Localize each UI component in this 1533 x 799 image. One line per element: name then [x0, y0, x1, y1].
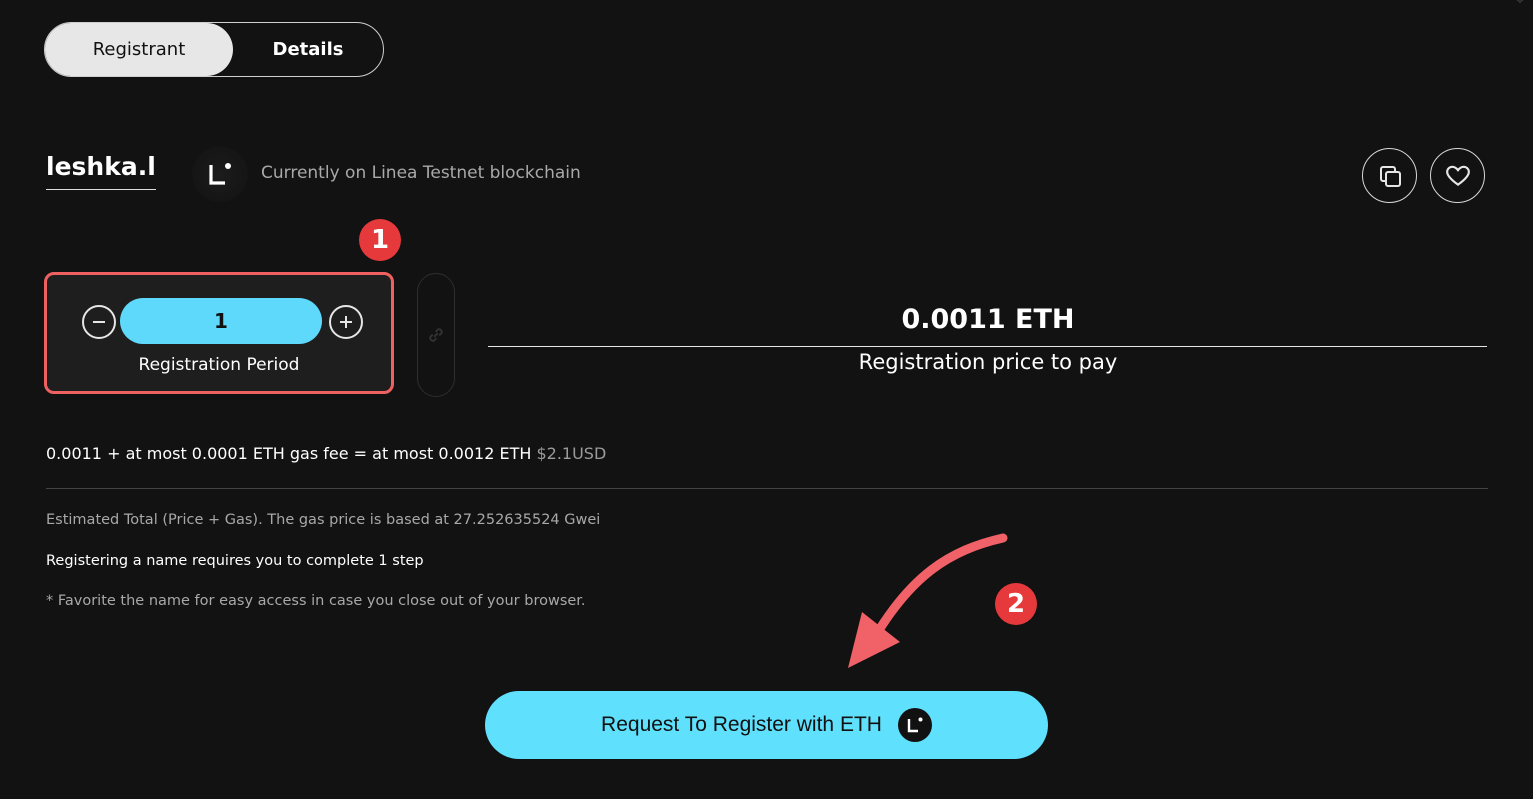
estimate-note: Estimated Total (Price + Gas). The gas p… [46, 512, 601, 528]
domain-name: leshka.l [46, 152, 156, 190]
link-toggle[interactable] [417, 273, 455, 397]
heart-icon [1445, 165, 1470, 186]
section-divider [46, 488, 1488, 489]
fee-text: 0.0011 + at most 0.0001 ETH gas fee = at… [46, 444, 532, 463]
price-divider [488, 346, 1487, 347]
period-input[interactable] [120, 298, 322, 344]
annotation-badge-2: 2 [995, 583, 1037, 625]
favorite-button[interactable] [1430, 148, 1485, 203]
corner-chevron-icon [1516, 0, 1524, 4]
registration-price: 0.0011 ETH [901, 304, 1075, 335]
copy-button[interactable] [1362, 148, 1417, 203]
favorite-note: * Favorite the name for easy access in c… [46, 593, 586, 609]
request-register-button[interactable]: Request To Register with ETH [485, 691, 1048, 759]
minus-icon [93, 321, 105, 323]
chain-status-text: Currently on Linea Testnet blockchain [261, 163, 581, 183]
annotation-badge-1: 1 [359, 219, 401, 261]
tab-registrant[interactable]: Registrant [45, 23, 233, 76]
tab-group: Registrant Details [44, 22, 384, 77]
fee-usd: $2.1USD [536, 444, 607, 463]
period-label: Registration Period [138, 355, 300, 375]
plus-icon [340, 316, 352, 328]
arrow-icon [848, 533, 1008, 668]
link-icon [429, 328, 443, 342]
copy-icon [1379, 165, 1401, 187]
increase-period-button[interactable] [329, 305, 363, 339]
registration-price-label: Registration price to pay [858, 350, 1118, 374]
linea-logo-icon [897, 708, 932, 742]
linea-logo-icon [192, 146, 248, 202]
registration-period-box: Registration Period [44, 272, 394, 394]
decrease-period-button[interactable] [82, 305, 116, 339]
steps-note: Registering a name requires you to compl… [46, 553, 424, 569]
fee-summary: 0.0011 + at most 0.0001 ETH gas fee = at… [46, 444, 606, 463]
register-button-label: Request To Register with ETH [601, 713, 882, 736]
tab-details[interactable]: Details [233, 23, 383, 76]
